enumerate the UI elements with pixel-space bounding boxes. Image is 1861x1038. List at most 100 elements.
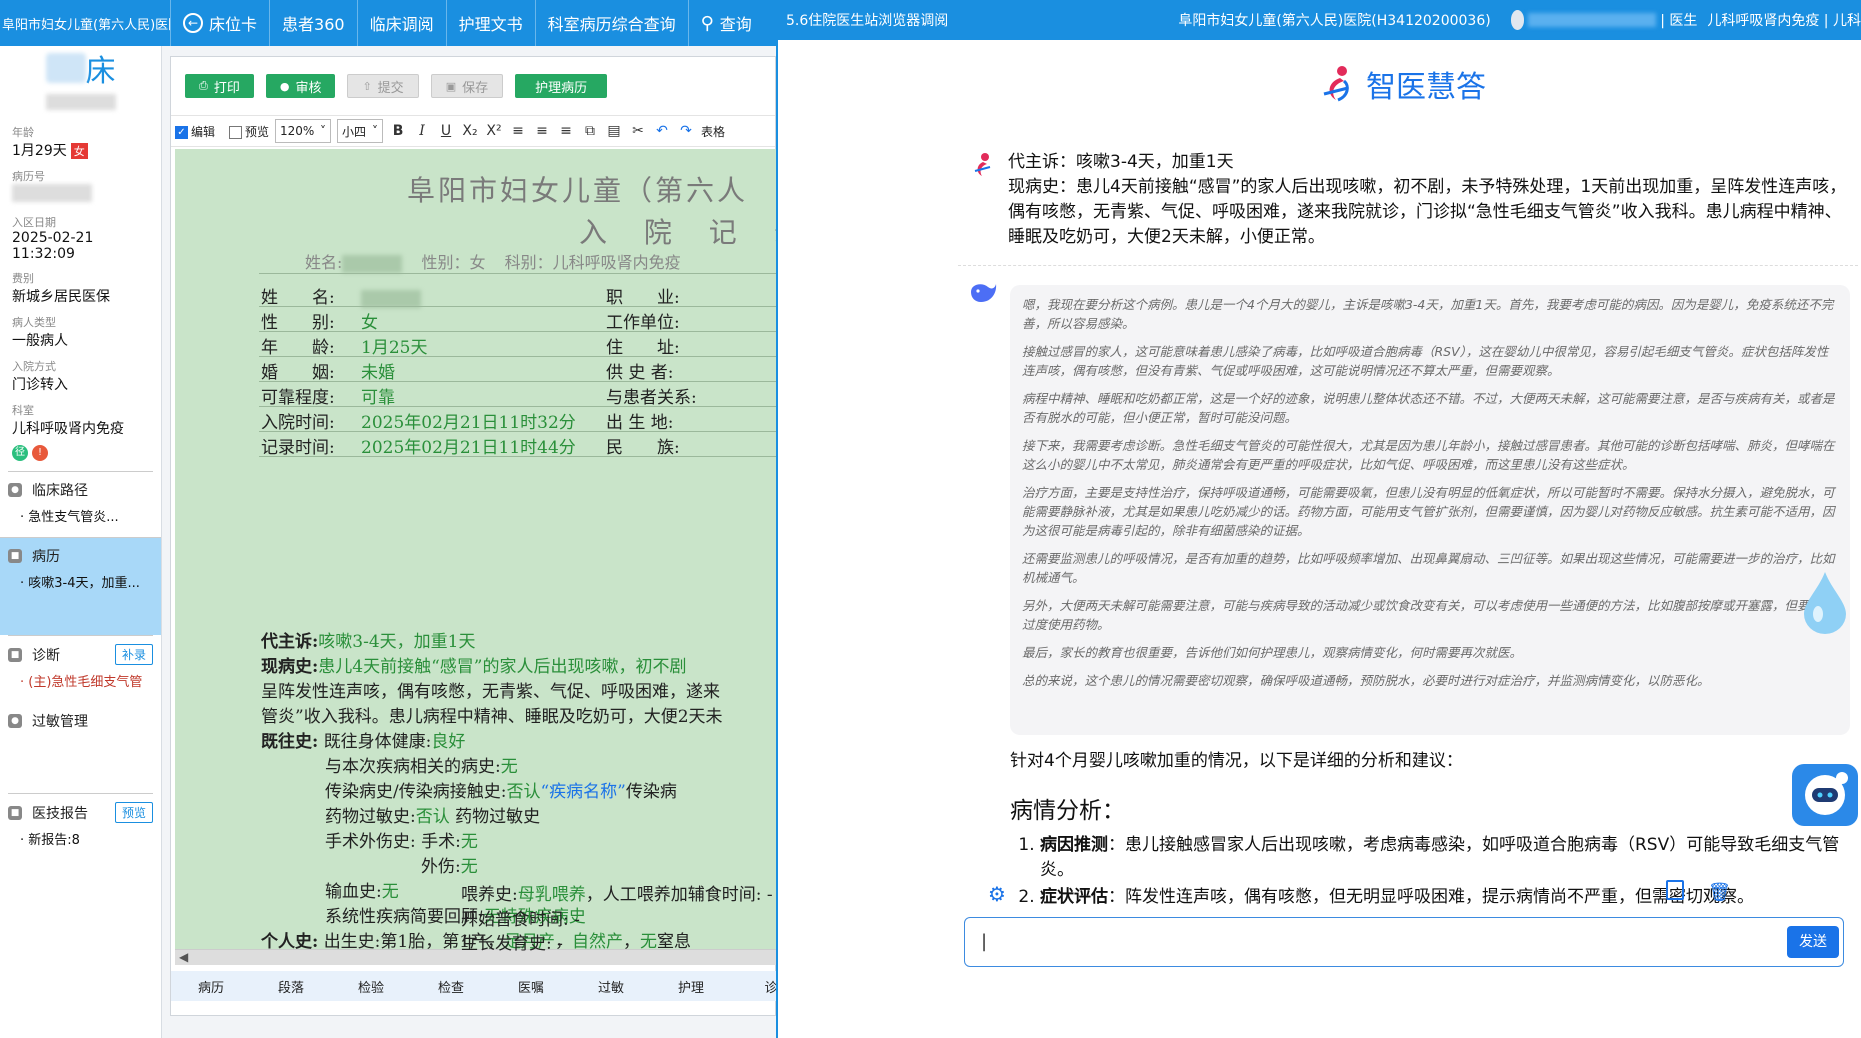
name-redacted (342, 254, 403, 273)
answer-item: 病因推测：患儿接触感冒家人后出现咳嗽，考虑病毒感染，如呼吸道合胞病毒（RSV）可… (1040, 833, 1850, 883)
basic-info-row: 入院时间: 2025年02月21日11时32分出 生 地: (261, 413, 674, 433)
reasoning-paragraph: 最后，家长的教育也很重要，告诉他们如何护理患儿，观察病情变化，何时需要再次就医。 (1022, 645, 1523, 660)
row-divider (259, 331, 777, 332)
image-upload-icon[interactable] (1666, 880, 1684, 900)
nav-dept-query[interactable]: 科室病历综合查询 (534, 0, 688, 46)
scroll-left-icon[interactable]: ◀ (179, 950, 188, 964)
row-divider (259, 381, 777, 382)
row-divider (259, 456, 777, 457)
settings-icon[interactable]: ⚙ (988, 882, 1006, 906)
hospital-id: 阜阳市妇女儿童(第六人民)医院(H34120200036) (1178, 13, 1491, 29)
tab-paragraph[interactable]: 段落 (251, 977, 331, 996)
paste-icon[interactable]: ▤ (605, 123, 623, 139)
basic-info-row: 性 别: 女工作单位: (261, 313, 680, 333)
avatar[interactable] (1510, 10, 1525, 30)
reasoning-paragraph: 还需要监测患儿的呼吸情况，是否有加重的趋势，比如呼吸频率增加、出现鼻翼扇动、三凹… (1022, 551, 1835, 585)
zoom-select[interactable]: 120% ˅ (275, 119, 332, 143)
section-tech-report[interactable]: ■ 医技报告 预览 · 新报告:8 (8, 793, 153, 856)
preview-checkbox[interactable]: 预览 (229, 123, 269, 140)
transfusion-row: 输血史:无 (325, 882, 399, 902)
user-icon: ● (279, 79, 290, 93)
copy-icon[interactable]: ⧉ (581, 123, 599, 139)
tab-record[interactable]: 病历 (171, 977, 251, 996)
basic-info-row: 年 龄: 1月25天住 址: (261, 338, 680, 358)
tab-allergy[interactable]: 过敏 (571, 977, 651, 996)
dept-label: 科室 (12, 404, 34, 417)
user-dept: 儿科呼吸肾内免疫 | 儿科 (1707, 13, 1861, 29)
printer-icon: ⎙ (199, 79, 208, 92)
nav-bed-card[interactable]: ← 床位卡 (170, 0, 269, 46)
patient-type-value: 一般病人 (12, 333, 68, 349)
save-button[interactable]: ▣ 保存 (430, 74, 504, 98)
supplement-button[interactable]: 补录 (114, 644, 153, 665)
reasoning-paragraph: 病程中精神、睡眠和吃奶都正常，这是一个好的迹象，说明患儿整体状态还不错。不过，大… (1022, 391, 1835, 425)
back-circle-icon: ← (183, 13, 203, 33)
chat-input-text[interactable]: | (981, 931, 987, 952)
send-button[interactable]: 发送 (1787, 926, 1839, 958)
tab-exam[interactable]: 检查 (411, 977, 491, 996)
section-clinical-pathway[interactable]: ● 临床路径 · 急性支气管炎... (8, 471, 153, 537)
doc-title-record: 入 院 记 录 (579, 216, 777, 249)
font-size-select[interactable]: 小四 ˅ (337, 119, 384, 143)
print-button[interactable]: ⎙ 打印 (185, 74, 254, 98)
bold-icon[interactable]: B (389, 123, 407, 139)
editor-actions: ⎙ 打印 ● 审核 ⇧ 提交 ▣ 保存 护理病历 (171, 57, 775, 115)
record-no-redacted (12, 184, 92, 202)
present-illness-row: 现病史:患儿4天前接触“感冒”的家人后出现咳嗽，初不剧 (261, 657, 687, 677)
record-no-value (12, 184, 149, 206)
document-page[interactable]: 阜阳市妇女儿童（第六人 入 院 记 录 姓名: 性别：女 科别：儿科呼吸肾内免疫… (175, 149, 777, 949)
nav-patient-360[interactable]: 患者360 (269, 0, 357, 46)
tab-lab[interactable]: 检验 (331, 977, 411, 996)
trash-icon[interactable]: 🗑 (1708, 882, 1731, 903)
undo-icon[interactable]: ↶ (653, 123, 671, 139)
report-item[interactable]: · 新报告:8 (20, 829, 153, 848)
section-medical-record[interactable]: ■ 病历 · 咳嗽3-4天，加重... (0, 537, 161, 635)
superscript-icon[interactable]: X² (485, 123, 503, 139)
user-role: | 医生 (1660, 13, 1698, 29)
section-diagnosis[interactable]: ■ 诊断 补录 · (主)急性毛细支气管 (8, 635, 153, 703)
nav-clinical-review[interactable]: 临床调阅 (356, 0, 446, 46)
top-nav: 阜阳市妇女儿童(第六人民)医院 ← 床位卡 患者360 临床调阅 护理文书 科室病… (0, 0, 776, 46)
pathway-item[interactable]: · 急性支气管炎... (20, 506, 153, 525)
cut-icon[interactable]: ✂ (629, 123, 647, 139)
tab-orders[interactable]: 医嘱 (491, 977, 571, 996)
age-label: 年龄 (12, 126, 34, 139)
assistant-panel: 智医慧答 代主诉：咳嗽3-4天，加重1天 现病史：患儿4天前接触“感冒”的家人后… (776, 40, 1861, 1038)
italic-icon[interactable]: I (413, 123, 431, 139)
review-button[interactable]: ● 审核 (265, 74, 336, 98)
nav-nursing-docs[interactable]: 护理文书 (445, 0, 535, 46)
tab-diagnosis[interactable]: 诊 (731, 977, 777, 996)
reasoning-paragraph: 嗯，我现在要分析这个病例。患儿是一个4个月大的婴儿，主诉是咳嗽3-4天，加重1天… (1022, 297, 1834, 331)
tab-nursing[interactable]: 护理 (651, 977, 731, 996)
drug-allergy-row: 药物过敏史:否认 药物过敏史 (325, 807, 541, 827)
align-left-icon[interactable]: ≡ (509, 123, 527, 139)
redo-icon[interactable]: ↷ (677, 123, 695, 139)
align-center-icon[interactable]: ≡ (533, 123, 551, 139)
doc-header: 姓名: 性别：女 科别：儿科呼吸肾内免疫 (305, 253, 681, 273)
subscript-icon[interactable]: X₂ (461, 123, 479, 139)
allergy-icon: ● (8, 714, 22, 728)
doc-divider (259, 273, 777, 274)
basic-info-row: 婚 姻: 未婚供 史 者: (261, 363, 674, 383)
table-menu[interactable]: 表格 (701, 123, 725, 140)
username-redacted (1528, 13, 1657, 27)
nursing-record-button[interactable]: 护理病历 (515, 74, 608, 98)
record-item[interactable]: · 咳嗽3-4天，加重... (20, 572, 153, 591)
nav-search[interactable]: ⚲ 查询 (687, 0, 764, 46)
row-divider (259, 356, 777, 357)
alert-badge: ! (32, 445, 48, 461)
edit-checkbox[interactable]: ✓ 编辑 (175, 123, 215, 140)
basic-info-row: 可靠程度: 可靠 与患者关系: (261, 388, 697, 408)
submit-button[interactable]: ⇧ 提交 (347, 74, 419, 98)
robot-assistant-icon[interactable] (1792, 764, 1858, 826)
admit-way-value: 门诊转入 (12, 377, 68, 393)
underline-icon[interactable]: U (437, 123, 455, 139)
water-drop-icon[interactable] (1800, 570, 1850, 634)
align-right-icon[interactable]: ≡ (557, 123, 575, 139)
past-history-row: 既往史: 既往身体健康:良好 (261, 732, 466, 752)
diagnosis-item[interactable]: · (主)急性毛细支气管 (20, 671, 153, 690)
chat-input[interactable]: | 发送 (964, 917, 1844, 967)
section-allergy[interactable]: ● 过敏管理 (8, 703, 153, 793)
preview-report-button[interactable]: 预览 (114, 802, 153, 823)
browser-tab-title[interactable]: 5.6住院医生站浏览器调阅 (786, 10, 1008, 30)
